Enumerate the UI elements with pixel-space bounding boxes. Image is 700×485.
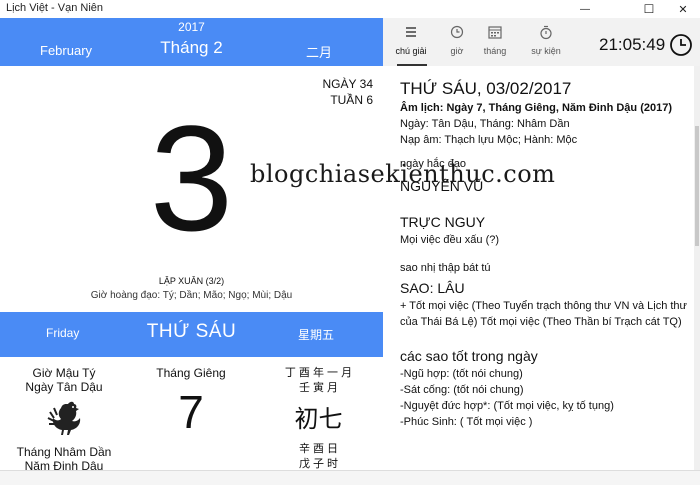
truc-name: TRỰC NGUY <box>400 214 486 230</box>
close-button[interactable]: ✕ <box>660 0 700 18</box>
chinese-column: 丁 酉 年 一 月 壬 寅 月 初七 辛 酉 日 戊 子 时 <box>254 366 383 472</box>
day-calendar-pane: 2017 February Tháng 2 二月 NGÀY 34 TUẦN 6 … <box>0 18 383 485</box>
month-header: 2017 February Tháng 2 二月 <box>0 18 383 66</box>
title-bar: Lịch Việt - Vạn Niên — ☐ ✕ <box>0 0 700 18</box>
napam-line: Nạp âm: Thạch lựu Mộc; Hành: Mộc <box>400 134 578 146</box>
tab-month-label: tháng <box>483 46 507 56</box>
year-label: 2017 <box>178 20 205 34</box>
app-title: Lịch Việt - Vạn Niên <box>6 2 104 14</box>
clock-time: 21:05:49 <box>599 35 666 54</box>
clock-icon <box>450 25 464 39</box>
close-icon: ✕ <box>678 3 688 16</box>
truc-description: Mọi việc đều xấu (?) <box>400 234 500 246</box>
day-of-year: NGÀY 34 <box>322 77 373 91</box>
clock-icon[interactable] <box>669 33 693 57</box>
lunar-date-line: Âm lịch: Ngày 7, Tháng Giêng, Năm Đinh D… <box>400 102 672 114</box>
good-star-item: -Phúc Sinh: ( Tốt mọi việc ) <box>400 416 533 428</box>
good-star-item: -Sát cống: (tốt nói chung) <box>400 384 524 396</box>
tab-events-label: sự kiện <box>531 46 561 56</box>
maximize-icon: ☐ <box>643 2 655 16</box>
tab-hours-label: giờ <box>450 46 464 56</box>
rooster-icon <box>47 401 81 435</box>
watermark: blogchiasekienthuc.com <box>250 160 556 188</box>
toolbar: chú giải giờ tháng sự kiện 21:05:49 <box>383 18 700 66</box>
star-description: + Tốt mọi việc (Theo Tuyển trạch thông t… <box>400 300 687 328</box>
auspicious-hours: Giờ hoàng đạo: Tý; Dần; Mão; Ngọ; Mùi; D… <box>90 290 293 301</box>
list-icon <box>406 27 416 37</box>
good-stars-title: các sao tốt trong ngày <box>400 348 538 364</box>
month-chinese: 二月 <box>306 45 333 60</box>
day-ganzhi: Ngày Tân Dậu <box>25 380 103 394</box>
lunar-day-number: 7 <box>178 386 204 438</box>
tab-events[interactable]: sự kiện <box>526 24 566 56</box>
minimize-button[interactable]: — <box>562 0 608 18</box>
chinese-month-ganzhi: 壬 寅 月 <box>298 382 339 394</box>
scrollbar[interactable] <box>694 66 700 485</box>
stopwatch-icon <box>540 25 552 40</box>
minimize-icon: — <box>580 3 590 15</box>
bottom-edge <box>0 470 700 485</box>
solar-term: LẬP XUÂN (3/2) <box>158 276 225 286</box>
chinese-year-month: 丁 酉 年 一 月 <box>284 367 353 379</box>
scrollbar-thumb[interactable] <box>695 126 699 246</box>
ganzhi-column: Giờ Mậu Tý Ngày Tân Dậu Tháng Nhâm Dần N… <box>0 366 128 473</box>
tab-notes[interactable]: chú giải <box>391 24 431 56</box>
lunar-column: Tháng Giêng 7 <box>128 366 254 438</box>
tab-month[interactable]: tháng <box>475 24 515 56</box>
detail-pane: chú giải giờ tháng sự kiện 21:05:49 THỨ … <box>383 18 700 485</box>
day-detail: THỨ SÁU, 03/02/2017 Âm lịch: Ngày 7, Thá… <box>383 66 700 485</box>
lunar-month: Tháng Giêng <box>156 366 226 380</box>
date-title: THỨ SÁU, 03/02/2017 <box>400 79 572 98</box>
star-label: sao nhị thập bát tú <box>400 262 491 274</box>
good-star-item: -Ngũ hợp: (tốt nói chung) <box>400 368 523 380</box>
star-name: SAO: LÂU <box>400 280 465 296</box>
day-month-ganzhi: Ngày: Tân Dậu, Tháng: Nhâm Dần <box>400 118 570 130</box>
calendar-icon <box>488 26 502 39</box>
weekday-header: Friday THỨ SÁU 星期五 <box>0 312 383 357</box>
tab-notes-label: chú giải <box>395 46 427 56</box>
chinese-day-ganzhi: 辛 酉 日 <box>298 443 339 455</box>
hour-ganzhi: Giờ Mậu Tý <box>32 366 96 380</box>
tab-hours[interactable]: giờ <box>437 24 477 56</box>
month-ganzhi: Tháng Nhâm Dần <box>16 445 112 459</box>
chinese-day: 初七 <box>294 405 343 433</box>
weekday-chinese: 星期五 <box>298 328 335 342</box>
good-star-item: -Nguyệt đức hợp*: (Tốt mọi việc, kỵ tố t… <box>400 400 614 412</box>
